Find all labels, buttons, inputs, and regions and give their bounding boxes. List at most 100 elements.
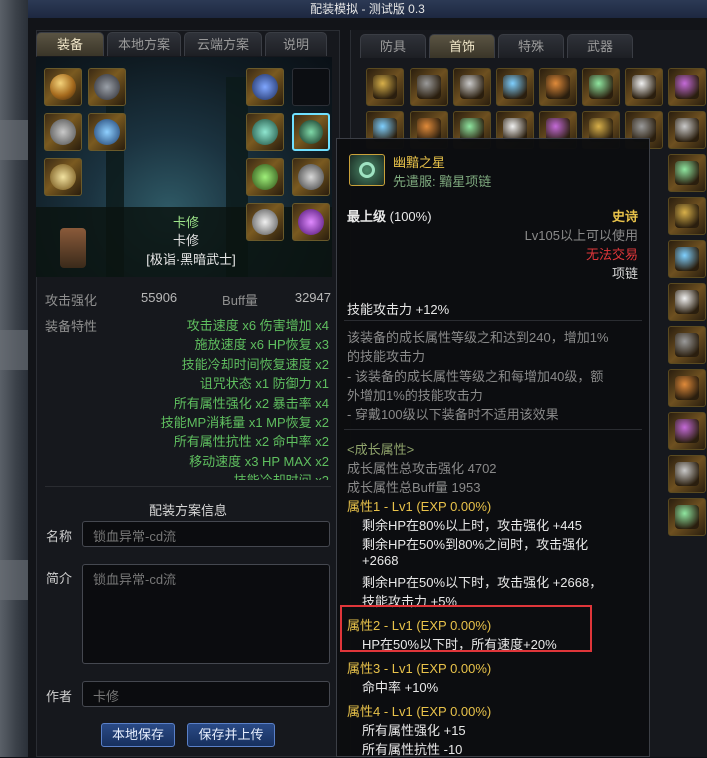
left-tabs: 装备 本地方案 云端方案 说明 xyxy=(36,32,327,56)
slot-top[interactable] xyxy=(88,68,126,106)
level-requirement: Lv105以上可以使用 xyxy=(524,228,638,243)
tab-help[interactable]: 说明 xyxy=(265,32,327,56)
buff-value: 32947 xyxy=(294,290,331,305)
slot-title2[interactable] xyxy=(246,68,284,106)
avatar xyxy=(60,228,86,268)
slot-bracelet[interactable] xyxy=(246,113,284,151)
slot-belt[interactable] xyxy=(44,158,82,196)
tab-special[interactable]: 特殊 xyxy=(498,34,564,58)
trait-line: 攻击速度 x6 伤害增加 x4 xyxy=(186,318,329,333)
save-upload-button[interactable]: 保存并上传 xyxy=(187,723,275,747)
item-slot[interactable] xyxy=(668,455,706,493)
tab-weapon[interactable]: 武器 xyxy=(567,34,633,58)
item-slot[interactable] xyxy=(668,240,706,278)
level-line: 最上级 (100%) xyxy=(347,206,432,225)
property-1-line: +2668 xyxy=(362,553,399,568)
traits-label: 装备特性 xyxy=(45,319,98,334)
bracelet-icon xyxy=(252,119,278,145)
item-icon xyxy=(675,118,699,142)
tab-equipment[interactable]: 装备 xyxy=(36,32,104,56)
claw-icon xyxy=(252,74,278,100)
item-icon xyxy=(675,75,699,99)
item-slot[interactable] xyxy=(668,197,706,235)
trait-line: 移动速度 x3 HP MAX x2 xyxy=(189,453,329,469)
desc-line: - 穿戴100级以下装备时不适用该效果 xyxy=(347,407,559,422)
skill-attack: 技能攻击力 +12% xyxy=(347,302,450,317)
tab-armor[interactable]: 防具 xyxy=(360,34,426,58)
property-3-title: 属性3 - Lv1 (EXP 0.00%) xyxy=(347,661,492,676)
highlight-box xyxy=(340,605,592,652)
item-slot[interactable] xyxy=(496,68,534,106)
slot-necklace[interactable] xyxy=(292,113,330,151)
property-4-line: 所有属性抗性 -10 xyxy=(362,742,463,757)
slot-shoulder[interactable] xyxy=(44,113,82,151)
slot-title[interactable] xyxy=(88,113,126,151)
item-slot[interactable] xyxy=(410,68,448,106)
item-slot[interactable] xyxy=(668,326,706,364)
trait-line: 技能冷却时间 x2 xyxy=(161,471,329,480)
growth-buff: 成长属性总Buff量 1953 xyxy=(347,480,481,495)
item-slot[interactable] xyxy=(668,68,706,106)
necklace-icon xyxy=(299,120,323,144)
item-icon xyxy=(460,75,484,99)
background-band xyxy=(0,330,28,370)
author-field[interactable]: 卡修 xyxy=(82,681,330,707)
item-slot[interactable] xyxy=(668,283,706,321)
item-slot[interactable] xyxy=(453,68,491,106)
tab-local-schemes[interactable]: 本地方案 xyxy=(107,32,181,56)
divider xyxy=(344,320,642,321)
slot-magic-stone[interactable] xyxy=(292,203,330,241)
slot-weapon[interactable] xyxy=(44,68,82,106)
name-label: 名称 xyxy=(46,529,73,544)
save-local-button[interactable]: 本地保存 xyxy=(101,723,175,747)
item-slot: 项链 xyxy=(611,266,638,281)
weapon-icon xyxy=(50,74,76,100)
traits-list: 攻击速度 x6 伤害增加 x4 施放速度 x6 HP恢复 x3 技能冷却时间恢复… xyxy=(161,316,329,480)
item-icon xyxy=(503,75,527,99)
property-1-line: 剩余HP在80%以上时，攻击强化 +445 xyxy=(362,518,582,533)
slot-empty[interactable] xyxy=(292,68,330,106)
property-4-line: 所有属性强化 +15 xyxy=(362,723,466,738)
item-icon xyxy=(675,204,699,228)
item-icon xyxy=(675,290,699,314)
desc-field[interactable]: 锁血异常-cd流 xyxy=(82,564,330,664)
earring-icon xyxy=(252,209,278,235)
item-icon xyxy=(589,75,613,99)
window-title: 配装模拟 - 测试版 0.3 xyxy=(28,0,707,18)
tab-accessory[interactable]: 首饰 xyxy=(429,34,495,58)
trait-line: 所有属性抗性 x2 命中率 x2 xyxy=(173,434,329,450)
level-pct: (100%) xyxy=(389,209,432,224)
tab-cloud-schemes[interactable]: 云端方案 xyxy=(184,32,262,56)
item-slot[interactable] xyxy=(582,68,620,106)
item-slot[interactable] xyxy=(668,412,706,450)
attack-label: 攻击强化 xyxy=(45,293,98,308)
item-icon xyxy=(675,419,699,443)
property-1-title: 属性1 - Lv1 (EXP 0.00%) xyxy=(347,499,492,514)
item-icon xyxy=(675,376,699,400)
slot-earring[interactable] xyxy=(246,203,284,241)
title-icon xyxy=(94,119,120,145)
property-1-line: 剩余HP在50%以下时，攻击强化 +2668， xyxy=(362,575,603,590)
scheme-title: 配装方案信息 xyxy=(148,503,227,518)
item-slot[interactable] xyxy=(668,369,706,407)
name-field[interactable]: 锁血异常-cd流 xyxy=(82,521,330,547)
item-slot[interactable] xyxy=(366,68,404,106)
divider xyxy=(344,429,642,430)
item-slot[interactable] xyxy=(539,68,577,106)
character-name: 卡修 xyxy=(172,233,199,248)
item-slot[interactable] xyxy=(625,68,663,106)
property-4-title: 属性4 - Lv1 (EXP 0.00%) xyxy=(347,704,492,719)
trait-line: 所有属性强化 x2 暴击率 x4 xyxy=(173,395,329,411)
slot-ring[interactable] xyxy=(246,158,284,196)
slot-support[interactable] xyxy=(292,158,330,196)
item-slot[interactable] xyxy=(668,498,706,536)
property-1-line: 剩余HP在50%到80%之间时，攻击强化 xyxy=(362,537,589,552)
item-slot[interactable] xyxy=(668,111,706,149)
item-slot[interactable] xyxy=(668,154,706,192)
trait-line: 施放速度 x6 HP恢复 x3 xyxy=(194,337,329,353)
belt-icon xyxy=(50,164,76,190)
item-icon xyxy=(546,75,570,99)
level-label: 最上级 xyxy=(347,209,387,224)
trait-line: 技能MP消耗量 x1 MP恢复 x2 xyxy=(160,415,329,431)
rarity: 史诗 xyxy=(611,209,638,224)
